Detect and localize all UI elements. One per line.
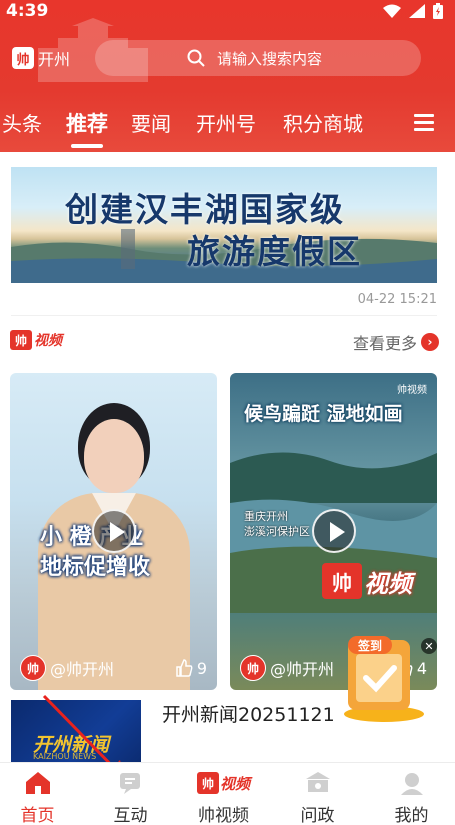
shuai-logo-icon: 帅 bbox=[12, 47, 34, 69]
tab-points-mall[interactable]: 积分商城 bbox=[283, 108, 363, 137]
battery-icon bbox=[433, 3, 443, 19]
video-section-header: 帅 视频 查看更多 › bbox=[0, 324, 455, 360]
category-tabs: 头条 推荐 要闻 开州号 积分商城 bbox=[0, 108, 455, 142]
video-logo-text: 视频 bbox=[34, 333, 62, 349]
banner-timestamp: 04-22 15:21 bbox=[357, 292, 437, 307]
shuai-video-logo: 帅 视频 bbox=[196, 772, 250, 794]
video-title: 候鸟蹁跹 湿地如画 bbox=[244, 403, 403, 425]
shuai-video-watermark: 帅 视频 bbox=[322, 563, 412, 599]
location-caption: 重庆开州 澎溪河保护区 bbox=[244, 509, 310, 539]
video-card-footer: 帅 @帅开州 9 bbox=[10, 646, 217, 690]
see-more-link[interactable]: 查看更多 › bbox=[353, 330, 439, 354]
news-item-title[interactable]: 开州新闻20251121 bbox=[162, 700, 335, 727]
feed-content: 创建汉丰湖国家级 旅游度假区 04-22 15:21 帅 视频 查看更多 › 小… bbox=[0, 152, 455, 762]
signal-icon bbox=[409, 4, 425, 18]
nav-interaction[interactable]: 互动 bbox=[85, 769, 176, 825]
home-icon bbox=[25, 772, 50, 794]
video-overlay-line2: 地标促增收 bbox=[40, 555, 151, 580]
banner-image[interactable]: 创建汉丰湖国家级 旅游度假区 bbox=[11, 167, 437, 283]
status-bar: 4:39 bbox=[0, 0, 455, 24]
watermark-mark: 帅 bbox=[322, 563, 362, 599]
watermark-text: 视频 bbox=[364, 569, 412, 598]
nav-profile[interactable]: 我的 bbox=[366, 769, 455, 825]
status-time: 4:39 bbox=[6, 1, 49, 21]
video-logo-text: 视频 bbox=[219, 774, 250, 793]
nav-interaction-label: 互动 bbox=[113, 806, 148, 825]
check-in-widget[interactable]: 签到 bbox=[322, 630, 426, 726]
banner-title-line1: 创建汉丰湖国家级 bbox=[65, 190, 345, 229]
thumbs-up-icon bbox=[176, 659, 193, 677]
nav-profile-label: 我的 bbox=[394, 806, 429, 825]
author-name: @帅开州 bbox=[50, 660, 115, 679]
wifi-icon bbox=[383, 4, 401, 18]
shuai-logo-mark: 帅 bbox=[10, 330, 32, 350]
tab-headlines[interactable]: 头条 bbox=[2, 108, 42, 137]
chevron-right-icon: › bbox=[421, 333, 439, 351]
video-card[interactable]: 小 橙 产业 地标促增收 帅 @帅开州 9 bbox=[10, 373, 217, 690]
location-caption-line2: 澎溪河保护区 bbox=[244, 525, 310, 538]
tab-recommended[interactable]: 推荐 bbox=[66, 108, 108, 138]
nav-shuai-video[interactable]: 帅 视频 帅视频 bbox=[178, 769, 269, 825]
nav-government-inquiry[interactable]: 问政 bbox=[272, 769, 363, 825]
bottom-navigation: 首页 互动 帅 视频 帅视频 问政 我的 bbox=[0, 762, 455, 825]
like-count-value: 9 bbox=[196, 658, 207, 678]
play-icon[interactable] bbox=[92, 509, 136, 553]
tab-important-news[interactable]: 要闻 bbox=[131, 108, 171, 137]
location-caption-line1: 重庆开州 bbox=[244, 510, 288, 523]
user-icon bbox=[400, 773, 423, 795]
nav-shuai-video-label: 帅视频 bbox=[198, 806, 249, 825]
shuai-video-logo: 帅 视频 bbox=[10, 330, 62, 350]
shuai-logo-mark: 帅 bbox=[196, 772, 219, 794]
search-placeholder: 请输入搜索内容 bbox=[217, 49, 323, 68]
see-more-label: 查看更多 bbox=[352, 334, 417, 353]
status-icons bbox=[383, 3, 443, 19]
presenter-head bbox=[84, 419, 144, 493]
active-tab-indicator bbox=[71, 144, 103, 148]
avatar: 帅 bbox=[20, 655, 46, 681]
app-header: 4:39 帅 开州 请输入搜索内容 头条 推荐 要闻 开州号 积分商城 bbox=[0, 0, 455, 152]
chat-icon bbox=[119, 773, 140, 794]
nav-home-label: 首页 bbox=[20, 806, 55, 825]
check-in-label: 签到 bbox=[357, 638, 382, 653]
nav-government-inquiry-label: 问政 bbox=[300, 806, 335, 825]
search-icon bbox=[187, 49, 205, 67]
news-thumbnail[interactable]: 开州新闻 KAIZHOU NEWS bbox=[11, 700, 141, 762]
search-input[interactable]: 请输入搜索内容 bbox=[95, 40, 421, 76]
corner-label: 帅视频 bbox=[397, 385, 427, 396]
close-icon[interactable]: ✕ bbox=[421, 638, 437, 654]
banner-title-line2: 旅游度假区 bbox=[187, 232, 362, 271]
location-selector[interactable]: 帅 开州 bbox=[12, 46, 70, 70]
location-label: 开州 bbox=[38, 50, 71, 69]
menu-icon[interactable] bbox=[414, 114, 434, 132]
pagoda-shape bbox=[121, 229, 135, 269]
like-count[interactable]: 9 bbox=[175, 659, 207, 678]
news-thumb-subtitle: KAIZHOU NEWS bbox=[33, 752, 97, 761]
play-icon[interactable] bbox=[312, 509, 356, 553]
government-icon bbox=[305, 772, 330, 792]
nav-home[interactable]: 首页 bbox=[0, 769, 83, 825]
divider bbox=[11, 315, 437, 316]
avatar: 帅 bbox=[240, 655, 266, 681]
tab-kaizhou-hao[interactable]: 开州号 bbox=[196, 108, 256, 137]
